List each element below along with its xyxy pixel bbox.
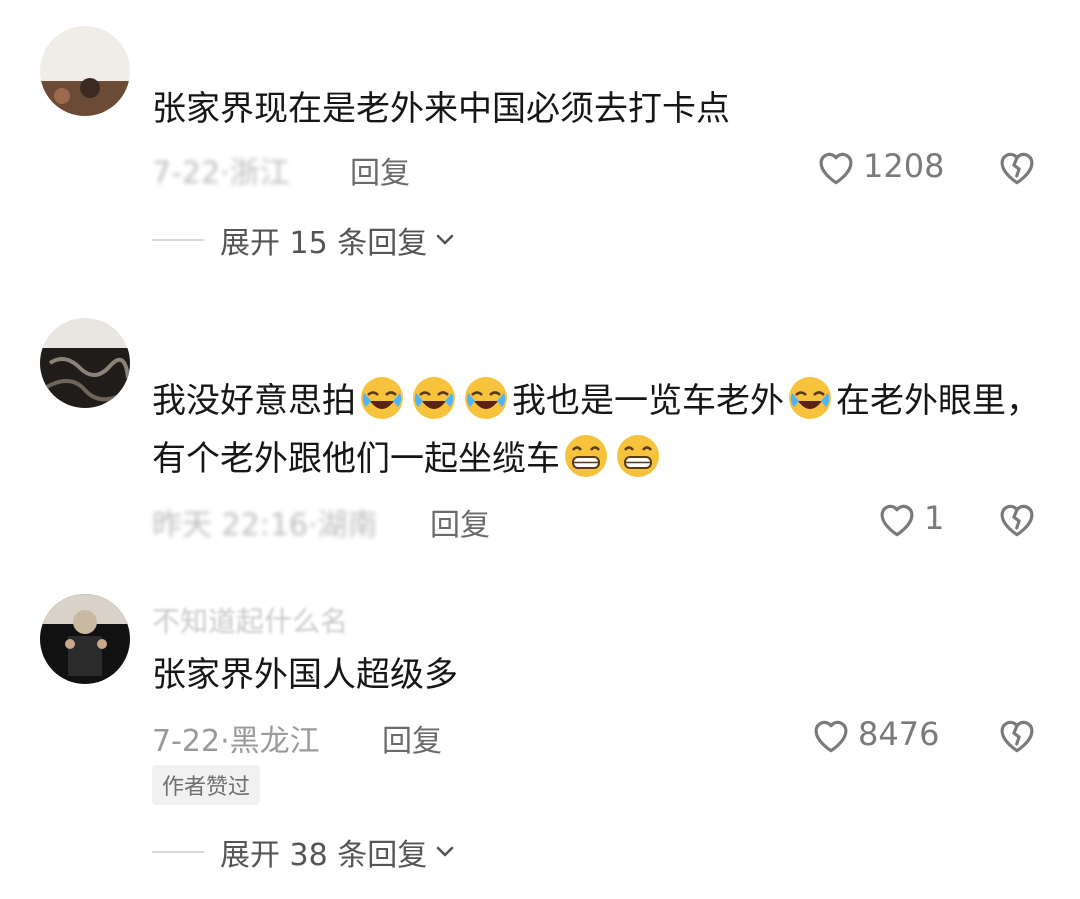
dislike-button[interactable] [996, 498, 1038, 542]
comment-text: 张家界外国人超级多 [152, 655, 458, 695]
rolling-laughing-emoji [413, 377, 455, 419]
comment-username[interactable]: 不知道起什么名 [152, 600, 348, 640]
rolling-laughing-emoji [361, 377, 403, 419]
like-count: 1 [924, 499, 945, 537]
broken-heart-icon [1000, 504, 1034, 537]
author-liked-badge: 作者赞过 [152, 765, 261, 805]
like-count: 8476 [858, 715, 940, 753]
comment-text: 张家界现在是老外来中国必须去打卡点 [152, 89, 730, 129]
dislike-button[interactable] [996, 146, 1038, 190]
comment-meta: 昨天 22:16·湖南 [152, 500, 378, 544]
expand-replies-button[interactable]: 展开 38 条回复 [152, 830, 455, 874]
dislike-button[interactable] [996, 714, 1038, 758]
expand-replies-label: 展开 38 条回复 [220, 838, 428, 873]
expand-replies-button[interactable]: 展开 15 条回复 [152, 218, 455, 262]
divider [152, 239, 204, 241]
heart-outline-icon [814, 720, 848, 753]
heart-outline-icon [819, 152, 853, 185]
comment-time-location: 7-22·浙江 [152, 156, 290, 191]
avatar[interactable] [40, 594, 130, 684]
comment-time-location: 昨天 22:16·湖南 [152, 508, 378, 543]
broken-heart-icon [1000, 152, 1034, 185]
avatar[interactable] [40, 318, 130, 408]
heart-outline-icon [880, 504, 914, 537]
comment-text-part: 我没好意思拍 [152, 381, 356, 421]
rolling-laughing-emoji [465, 377, 507, 419]
comment-item: 张家界现在是老外来中国必须去打卡点 7-22·浙江 回复 1208 展开 15 … [0, 0, 1080, 270]
like-button[interactable]: 8476 [810, 714, 939, 754]
chevron-down-icon [436, 234, 454, 245]
like-count: 1208 [863, 147, 945, 185]
reply-button[interactable]: 回复 [350, 148, 410, 192]
like-button[interactable]: 1 [876, 498, 944, 538]
broken-heart-icon [1000, 720, 1034, 753]
divider [152, 851, 204, 853]
comment-text-part: 我也是一览车老外 [512, 381, 784, 421]
rolling-laughing-emoji [789, 377, 831, 419]
comment-meta: 7-22·黑龙江 [152, 724, 320, 759]
expand-replies-label: 展开 15 条回复 [220, 226, 428, 261]
grinning-emoji [565, 435, 607, 477]
grinning-emoji [617, 435, 659, 477]
comment-text: 我没好意思拍 我也是一览车老外 在老外眼里，有个老外跟他们一起坐缆车 [152, 372, 1052, 488]
comment-meta: 7-22·浙江 [152, 148, 290, 192]
like-button[interactable]: 1208 [815, 146, 944, 186]
reply-button[interactable]: 回复 [382, 716, 442, 760]
avatar[interactable] [40, 26, 130, 116]
reply-button[interactable]: 回复 [430, 500, 490, 544]
chevron-down-icon [436, 846, 454, 857]
